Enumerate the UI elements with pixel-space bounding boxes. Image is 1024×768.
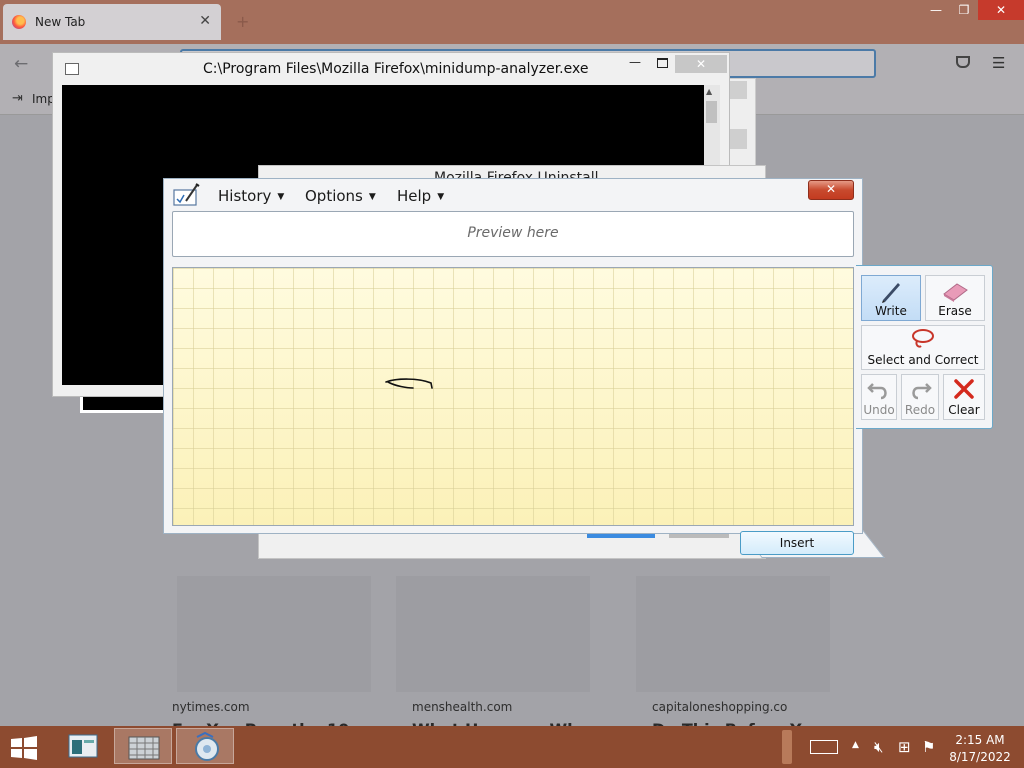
menu-history-label: History (218, 187, 272, 205)
scroll-thumb[interactable] (706, 101, 717, 123)
console-app-icon (65, 63, 79, 75)
top-site-tile[interactable] (177, 576, 371, 692)
math-input-taskbar-icon (195, 731, 219, 761)
uninstaller-icon (128, 736, 160, 760)
volume-muted-icon[interactable]: 🔇︎ (874, 738, 883, 756)
console-minimize-button[interactable]: — (629, 55, 641, 69)
action-center-flag-icon[interactable]: ⚑ (922, 738, 935, 756)
write-button[interactable]: Write (861, 275, 921, 321)
pen-icon (882, 283, 900, 303)
tile-domain: capitaloneshopping.co (652, 700, 788, 714)
show-hidden-icons-icon[interactable]: ▲ (852, 740, 859, 750)
uninstall-cancel-button[interactable] (669, 534, 729, 538)
tab-close-icon[interactable]: ✕ (199, 13, 211, 29)
redo-button[interactable]: Redo (901, 374, 939, 420)
menu-history[interactable]: History ▼ (218, 187, 284, 205)
lasso-icon (912, 329, 934, 348)
new-tab-button[interactable]: + (236, 12, 249, 31)
windows-start-icon[interactable] (10, 736, 38, 760)
eraser-icon (943, 283, 968, 302)
write-label: Write (875, 304, 907, 318)
menu-help[interactable]: Help ▼ (397, 187, 444, 205)
back-arrow-icon[interactable]: ← (14, 54, 28, 74)
erase-button[interactable]: Erase (925, 275, 985, 321)
clear-x-icon (954, 379, 974, 399)
redo-label: Redo (904, 403, 936, 417)
insert-button[interactable]: Insert (740, 531, 854, 555)
tool-panel: Write Erase Select and Correct Undo Redo… (856, 265, 993, 429)
console-close-button[interactable]: ✕ (675, 55, 727, 73)
hamburger-menu-icon[interactable]: ☰ (992, 54, 1005, 72)
taskbar-app-input-panel[interactable] (176, 728, 234, 764)
taskbar-app-console[interactable] (54, 728, 112, 764)
math-input-app-icon (173, 183, 200, 206)
menu-options[interactable]: Options ▼ (305, 187, 376, 205)
erase-label: Erase (938, 304, 972, 318)
clear-label: Clear (948, 403, 980, 417)
ghost-button (730, 81, 747, 99)
pocket-icon[interactable] (956, 56, 970, 68)
chevron-down-icon: ▼ (437, 192, 445, 202)
scroll-up-icon[interactable]: ▲ (706, 87, 712, 96)
close-button[interactable]: ✕ (978, 0, 1024, 20)
select-and-correct-label: Select and Correct (867, 353, 979, 367)
tile-domain: menshealth.com (412, 700, 513, 714)
import-icon[interactable]: ⇥ (12, 91, 23, 106)
preview-area: Preview here (172, 211, 854, 257)
touch-keyboard-icon[interactable] (810, 740, 838, 754)
console-title: C:\Program Files\Mozilla Firefox\minidum… (203, 61, 589, 77)
taskbar-app-uninstaller[interactable] (114, 728, 172, 764)
taskbar-grip[interactable] (782, 730, 792, 764)
tab-new-tab[interactable]: New Tab ✕ (3, 4, 221, 40)
tab-title: New Tab (35, 15, 86, 29)
chevron-down-icon: ▼ (368, 192, 376, 202)
undo-icon (867, 383, 887, 400)
top-site-tile[interactable] (396, 576, 590, 692)
select-and-correct-button[interactable]: Select and Correct (861, 325, 985, 370)
ink-stroke (385, 378, 433, 389)
preview-placeholder: Preview here (467, 225, 559, 241)
tile-domain: nytimes.com (172, 700, 250, 714)
clock-time[interactable]: 2:15 AM (948, 733, 1012, 747)
clear-button[interactable]: Clear (943, 374, 985, 420)
writing-canvas[interactable] (172, 267, 854, 526)
menu-options-label: Options (305, 187, 363, 205)
panel-close-button[interactable]: ✕ (808, 180, 854, 200)
menu-help-label: Help (397, 187, 432, 205)
top-site-tile[interactable] (636, 576, 830, 692)
console-maximize-button[interactable] (657, 58, 668, 68)
console-window-icon (68, 734, 98, 758)
undo-label: Undo (863, 403, 895, 417)
firefox-logo-icon (12, 15, 26, 29)
ghost-button (730, 129, 747, 149)
uninstall-next-button[interactable] (587, 534, 655, 538)
network-icon[interactable]: ⊞ (898, 738, 911, 756)
chevron-down-icon: ▼ (277, 192, 285, 202)
maximize-button[interactable]: ❐ (946, 0, 982, 20)
clock-date[interactable]: 8/17/2022 (948, 750, 1012, 764)
math-input-panel: History ▼ Options ▼ Help ▼ ✕ Preview here (163, 178, 863, 534)
redo-icon (912, 383, 932, 400)
undo-button[interactable]: Undo (861, 374, 897, 420)
taskbar: ▲ 🔇︎ ⊞ ⚑ 2:15 AM 8/17/2022 (0, 726, 1024, 768)
